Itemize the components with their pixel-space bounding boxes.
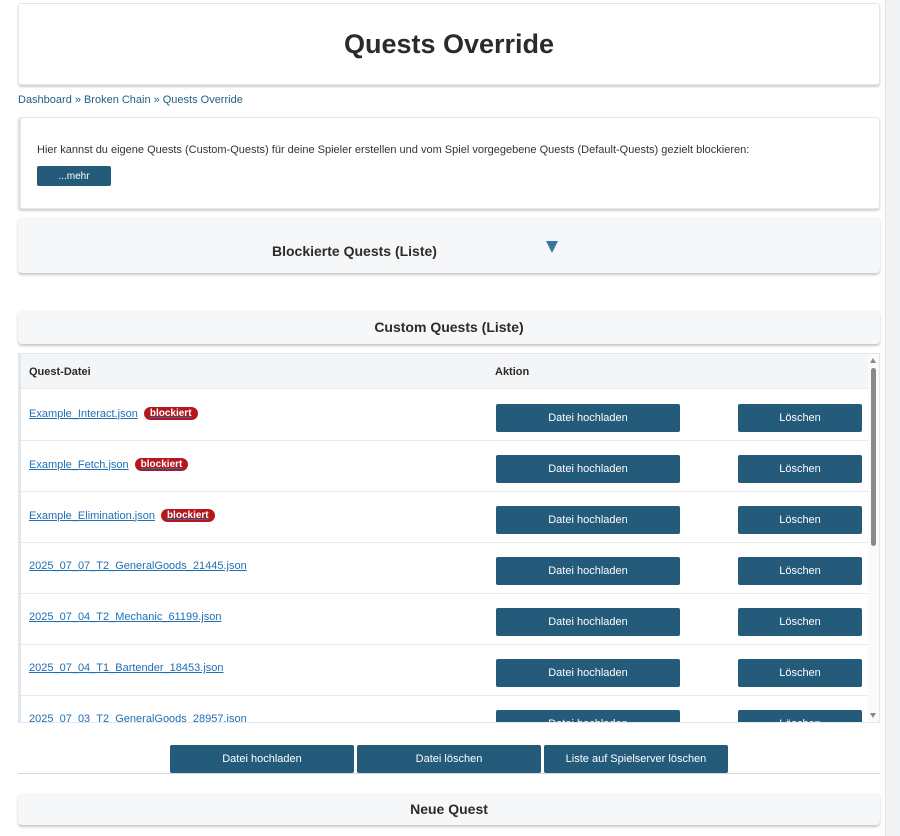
- scroll-thumb[interactable]: [871, 368, 876, 546]
- page-edge: [886, 0, 900, 836]
- table-row: Example_Interact.json blockiert Datei hoch…: [21, 390, 870, 441]
- column-action: Aktion: [495, 366, 530, 378]
- quest-file-name: Example_Interact.json: [29, 407, 138, 420]
- row-delete-button[interactable]: Löschen: [738, 404, 862, 432]
- row-upload-button[interactable]: Datei hochladen: [496, 608, 680, 636]
- info-text: Hier kannst du eigene Quests (Custom-Que…: [37, 144, 750, 156]
- table-row: Example_Elimination.json blockiert Datei h…: [21, 492, 870, 543]
- custom-quests-title: Custom Quests (Liste): [374, 319, 524, 335]
- quest-file-link[interactable]: 2025_07_04_T1_Bartender_18453.json: [29, 662, 224, 674]
- row-upload-button[interactable]: Datei hochladen: [496, 557, 680, 585]
- quest-file-link[interactable]: 2025_07_07_T2_GeneralGoods_21445.json: [29, 560, 247, 572]
- breadcrumb-separator: »: [74, 94, 81, 106]
- triangle-down-icon[interactable]: [546, 241, 558, 253]
- custom-quests-table: Quest-Datei Aktion Example_Interact.json…: [18, 353, 880, 723]
- breadcrumb-broken-chain[interactable]: Broken Chain: [84, 94, 151, 106]
- breadcrumb: Dashboard» Broken Chain» Quests Override: [18, 94, 243, 106]
- row-upload-button[interactable]: Datei hochladen: [496, 506, 680, 534]
- table-row: 2025_07_03_T2_GeneralGoods_28957.json Dat…: [21, 696, 870, 723]
- table-row: Example_Fetch.json blockiert Datei hochlad…: [21, 441, 870, 492]
- delete-server-list-button[interactable]: Liste auf Spielserver löschen: [544, 745, 728, 773]
- table-header: Quest-Datei Aktion: [21, 354, 870, 389]
- upload-file-button[interactable]: Datei hochladen: [170, 745, 354, 773]
- quest-file-name: Example_Fetch.json: [29, 458, 129, 471]
- breadcrumb-separator: »: [153, 94, 160, 106]
- blocked-badge: blockiert: [143, 407, 198, 420]
- quest-file-name: 2025_07_04_T1_Bartender_18453.json: [29, 662, 224, 674]
- quest-file-link[interactable]: 2025_07_03_T2_GeneralGoods_28957.json: [29, 713, 247, 723]
- blocked-quests-title: Blockierte Quests (Liste): [272, 243, 437, 259]
- new-quest-title: Neue Quest: [410, 801, 488, 817]
- row-delete-button[interactable]: Löschen: [738, 608, 862, 636]
- page-title: Quests Override: [343, 28, 555, 59]
- table-row: 2025_07_04_T1_Bartender_18453.json Datei …: [21, 645, 870, 696]
- quest-file-name: 2025_07_03_T2_GeneralGoods_28957.json: [29, 713, 247, 723]
- row-upload-button[interactable]: Datei hochladen: [496, 710, 680, 722]
- table-row: 2025_07_04_T2_Mechanic_61199.json Datei h…: [21, 594, 870, 645]
- more-button[interactable]: ...mehr: [37, 166, 111, 186]
- scroll-down-arrow-icon[interactable]: [870, 713, 876, 718]
- title-card: Quests Override: [18, 3, 880, 85]
- breadcrumb-quests-override[interactable]: Quests Override: [163, 94, 243, 106]
- row-upload-button[interactable]: Datei hochladen: [496, 659, 680, 687]
- blocked-badge: blockiert: [160, 509, 215, 522]
- quest-file-link[interactable]: 2025_07_04_T2_Mechanic_61199.json: [29, 611, 221, 623]
- blocked-badge: blockiert: [134, 458, 189, 471]
- quest-file-name: Example_Elimination.json: [29, 509, 155, 522]
- new-quest-header[interactable]: Neue Quest: [18, 793, 880, 825]
- quest-file-name: 2025_07_07_T2_GeneralGoods_21445.json: [29, 560, 247, 572]
- column-quest-file: Quest-Datei: [29, 366, 91, 378]
- row-delete-button[interactable]: Löschen: [738, 710, 862, 722]
- info-card: Hier kannst du eigene Quests (Custom-Que…: [18, 117, 880, 209]
- row-delete-button[interactable]: Löschen: [738, 557, 862, 585]
- quest-file-name: 2025_07_04_T2_Mechanic_61199.json: [29, 611, 222, 623]
- row-upload-button[interactable]: Datei hochladen: [496, 455, 680, 483]
- quest-file-link[interactable]: Example_Elimination.json blockiert: [29, 509, 215, 522]
- custom-quests-header: Custom Quests (Liste): [18, 310, 880, 344]
- quest-file-link[interactable]: Example_Interact.json blockiert: [29, 407, 198, 420]
- breadcrumb-dashboard[interactable]: Dashboard: [18, 94, 72, 106]
- row-delete-button[interactable]: Löschen: [738, 659, 862, 687]
- table-row: 2025_07_07_T2_GeneralGoods_21445.json Dat…: [21, 543, 870, 594]
- action-bar: Datei hochladen Datei löschen Liste auf …: [18, 742, 880, 774]
- row-delete-button[interactable]: Löschen: [738, 506, 862, 534]
- blocked-quests-header[interactable]: Blockierte Quests (Liste): [18, 217, 880, 273]
- row-delete-button[interactable]: Löschen: [738, 455, 862, 483]
- delete-file-button[interactable]: Datei löschen: [357, 745, 541, 773]
- quest-file-link[interactable]: Example_Fetch.json blockiert: [29, 458, 189, 471]
- scroll-up-arrow-icon[interactable]: [870, 358, 876, 363]
- table-scrollbar[interactable]: [868, 354, 879, 722]
- row-upload-button[interactable]: Datei hochladen: [496, 404, 680, 432]
